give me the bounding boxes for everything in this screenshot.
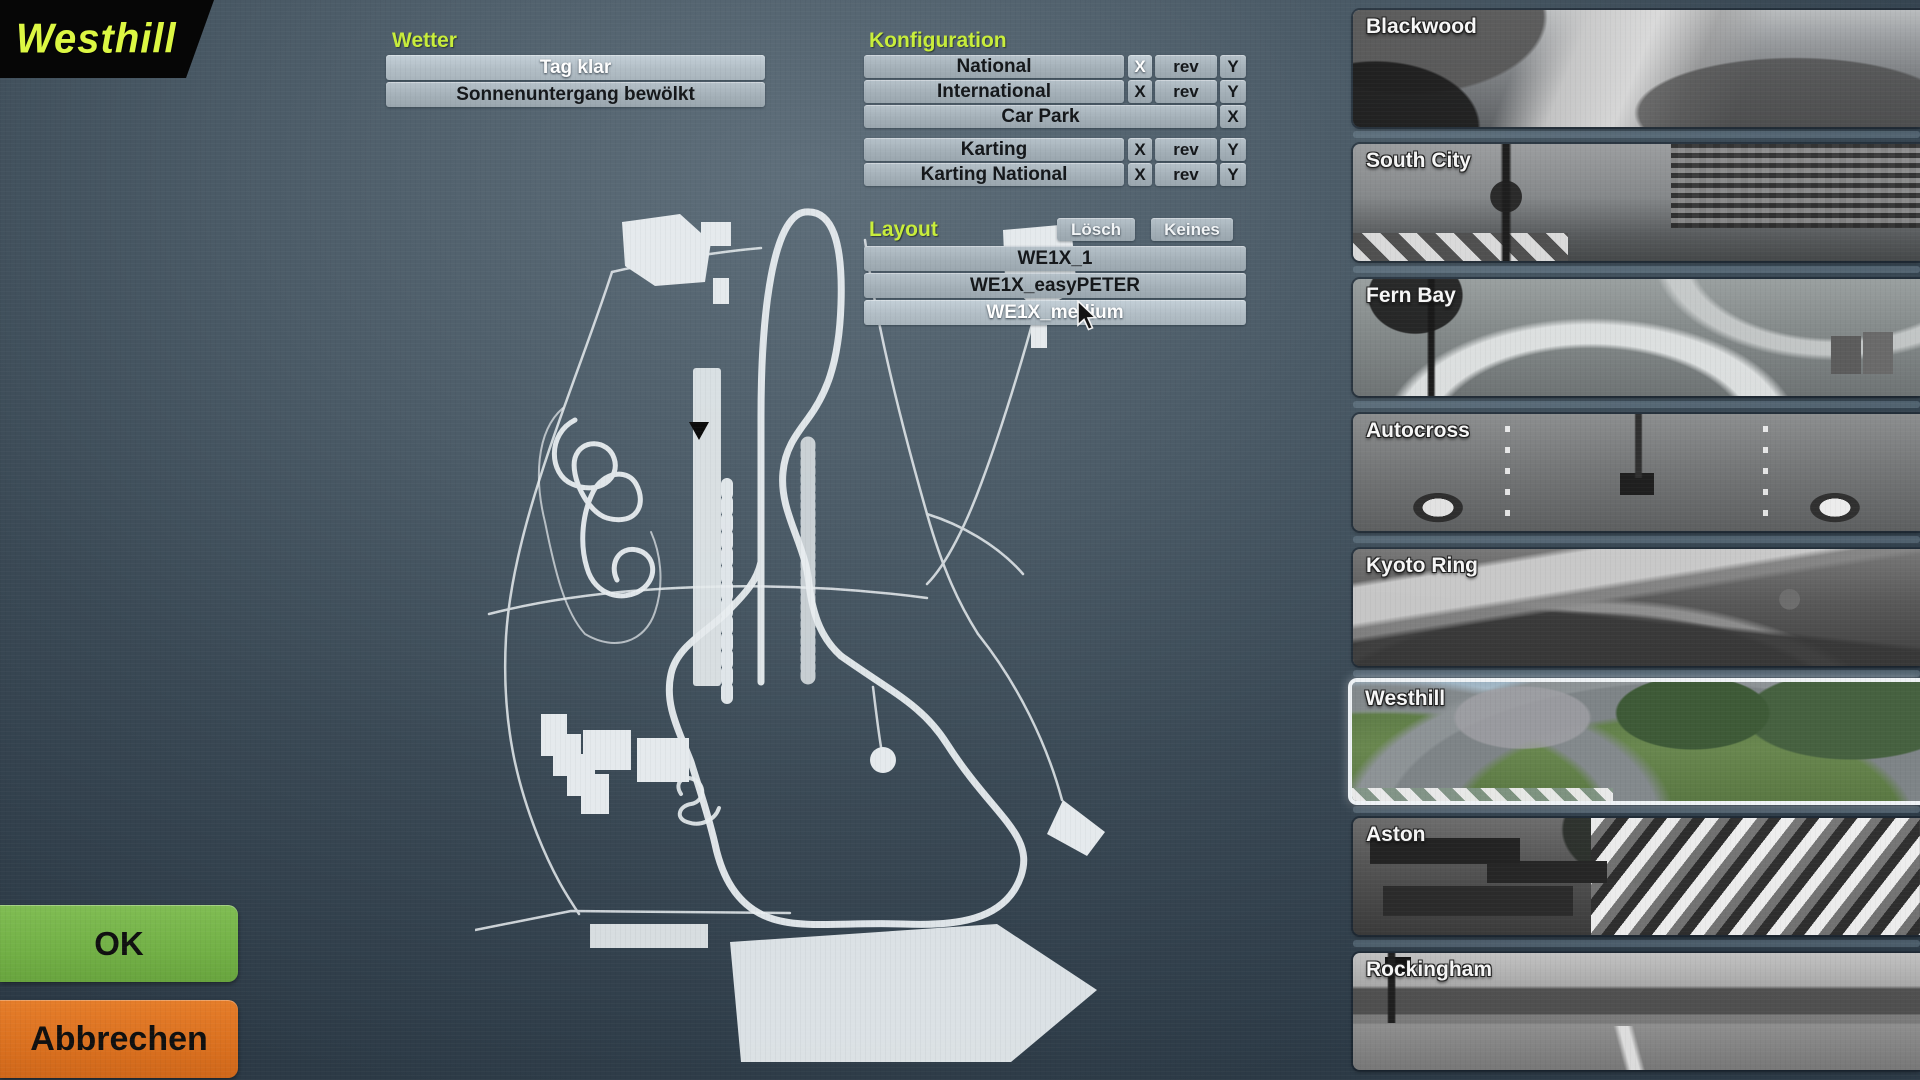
track-item-westhill[interactable]: Westhill xyxy=(1348,678,1920,805)
layout-item-we1x-1[interactable]: WE1X_1 xyxy=(864,246,1246,271)
track-name: Westhill xyxy=(1365,687,1445,711)
track-item-kyoto-ring[interactable]: Kyoto Ring xyxy=(1353,549,1920,666)
config-karting-national-rev-button[interactable]: rev xyxy=(1155,163,1217,186)
config-karting[interactable]: Karting xyxy=(864,138,1124,161)
config-international[interactable]: International xyxy=(864,80,1124,103)
track-name: Aston xyxy=(1366,823,1426,847)
ok-button[interactable]: OK xyxy=(0,905,238,982)
track-name: Blackwood xyxy=(1366,15,1477,39)
config-national-rev-button[interactable]: rev xyxy=(1155,55,1217,78)
config-international-rev-button[interactable]: rev xyxy=(1155,80,1217,103)
track-item-south-city[interactable]: South City xyxy=(1353,144,1920,261)
layout-section-label: Layout xyxy=(869,219,938,240)
track-name: Kyoto Ring xyxy=(1366,554,1478,578)
track-name: Rockingham xyxy=(1366,958,1492,982)
config-karting-y-button[interactable]: Y xyxy=(1220,138,1246,161)
track-list-separator xyxy=(1353,131,1920,138)
config-karting-national-y-button[interactable]: Y xyxy=(1220,163,1246,186)
config-carpark[interactable]: Car Park xyxy=(864,105,1217,128)
track-selection-screen: Westhill Wetter Tag klar Sonnenuntergang… xyxy=(0,0,1920,1080)
layout-delete-button[interactable]: Lösch xyxy=(1057,218,1135,241)
config-carpark-x-button[interactable]: X xyxy=(1220,105,1246,128)
track-list-separator xyxy=(1353,806,1920,813)
map-roads xyxy=(475,240,1062,930)
track-list-separator xyxy=(1353,401,1920,408)
layout-item-we1x-medium[interactable]: WE1X_medium xyxy=(864,300,1246,325)
config-international-y-button[interactable]: Y xyxy=(1220,80,1246,103)
track-list-separator xyxy=(1353,940,1920,947)
track-thumbnail xyxy=(1353,818,1920,935)
track-name: Fern Bay xyxy=(1366,284,1456,308)
cancel-button[interactable]: Abbrechen xyxy=(0,1000,238,1078)
selected-track-banner: Westhill xyxy=(0,0,214,78)
track-item-fern-bay[interactable]: Fern Bay xyxy=(1353,279,1920,396)
mouse-cursor-icon xyxy=(1076,300,1102,334)
weather-option-day-clear[interactable]: Tag klar xyxy=(386,55,765,80)
config-national-x-button[interactable]: X xyxy=(1128,55,1152,78)
config-national[interactable]: National xyxy=(864,55,1124,78)
track-item-autocross[interactable]: Autocross xyxy=(1353,414,1920,531)
config-international-x-button[interactable]: X xyxy=(1128,80,1152,103)
selected-track-title: Westhill xyxy=(0,15,177,62)
config-karting-national[interactable]: Karting National xyxy=(864,163,1124,186)
track-item-rockingham[interactable]: Rockingham xyxy=(1353,953,1920,1070)
track-name: South City xyxy=(1366,149,1471,173)
config-national-y-button[interactable]: Y xyxy=(1220,55,1246,78)
track-list-separator xyxy=(1353,536,1920,543)
track-list-separator xyxy=(1353,266,1920,273)
config-karting-x-button[interactable]: X xyxy=(1128,138,1152,161)
weather-section-label: Wetter xyxy=(392,30,457,51)
configuration-section-label: Konfiguration xyxy=(869,30,1007,51)
track-item-blackwood[interactable]: Blackwood xyxy=(1353,10,1920,127)
track-item-aston[interactable]: Aston xyxy=(1353,818,1920,935)
track-list-separator xyxy=(1353,670,1920,677)
layout-item-we1x-easypeter[interactable]: WE1X_easyPETER xyxy=(864,273,1246,298)
config-karting-national-x-button[interactable]: X xyxy=(1128,163,1152,186)
weather-option-sunset-cloudy[interactable]: Sonnenuntergang bewölkt xyxy=(386,82,765,107)
track-name: Autocross xyxy=(1366,419,1470,443)
config-karting-rev-button[interactable]: rev xyxy=(1155,138,1217,161)
layout-none-button[interactable]: Keines xyxy=(1151,218,1233,241)
